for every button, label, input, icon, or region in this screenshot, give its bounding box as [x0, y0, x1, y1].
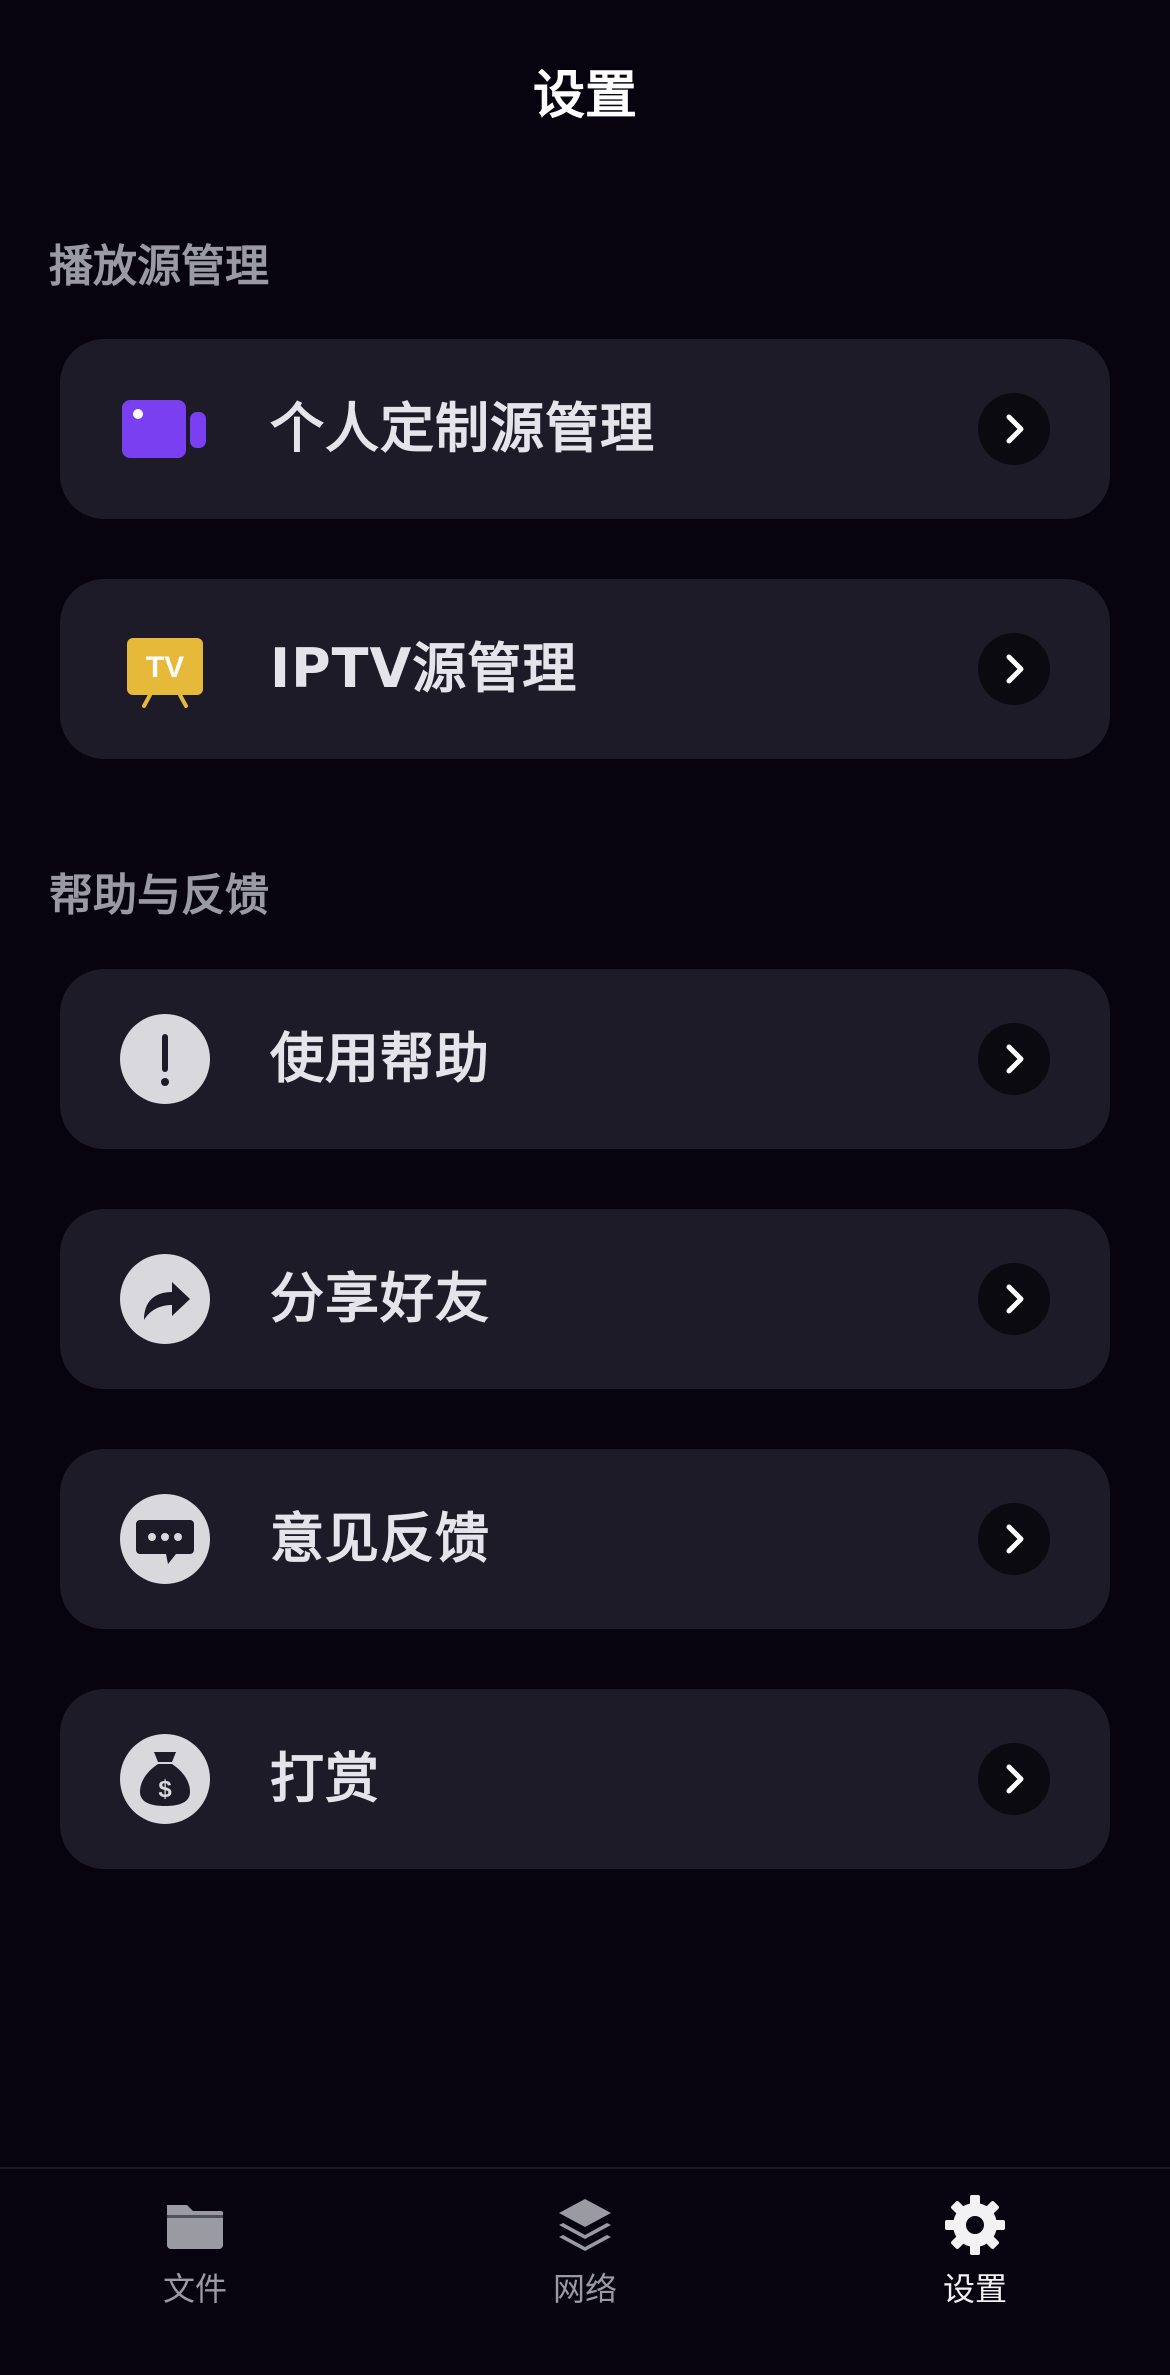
- tab-settings[interactable]: 设置: [875, 2193, 1075, 2333]
- layers-icon: [553, 2193, 617, 2257]
- svg-text:$: $: [158, 1776, 172, 1803]
- chevron-right-icon: [978, 1023, 1050, 1095]
- usage-help-label: 使用帮助: [270, 1027, 490, 1090]
- usage-help-item[interactable]: 使用帮助: [60, 969, 1110, 1149]
- share-friends-item[interactable]: 分享好友: [60, 1209, 1110, 1389]
- bottom-tab-bar: 文件 网络 设置: [0, 2167, 1170, 2375]
- chevron-right-icon: [978, 1263, 1050, 1335]
- chevron-right-icon: [978, 1503, 1050, 1575]
- exclamation-icon: [120, 1014, 210, 1104]
- gear-icon: [943, 2193, 1007, 2257]
- tab-network-label: 网络: [552, 2270, 617, 2308]
- tv-icon: TV: [120, 624, 210, 714]
- tab-files[interactable]: 文件: [95, 2193, 295, 2333]
- tab-network[interactable]: 网络: [485, 2193, 685, 2333]
- chevron-right-icon: [978, 393, 1050, 465]
- section-title-source: 播放源管理: [49, 241, 269, 292]
- chevron-right-icon: [978, 1743, 1050, 1815]
- money-bag-icon: $: [120, 1734, 210, 1824]
- chat-bubble-icon: [120, 1494, 210, 1584]
- tv-icon-text: TV: [146, 651, 184, 684]
- reward-label: 打赏: [270, 1747, 380, 1810]
- share-arrow-icon: [120, 1254, 210, 1344]
- chevron-right-icon: [978, 633, 1050, 705]
- reward-item[interactable]: $ 打赏: [60, 1689, 1110, 1869]
- feedback-item[interactable]: 意见反馈: [60, 1449, 1110, 1629]
- tab-settings-label: 设置: [942, 2270, 1007, 2308]
- tab-files-label: 文件: [162, 2270, 227, 2308]
- custom-source-item[interactable]: 个人定制源管理: [60, 339, 1110, 519]
- share-friends-label: 分享好友: [270, 1267, 490, 1330]
- page-title: 设置: [532, 66, 637, 126]
- iptv-source-label: IPTV源管理: [270, 637, 578, 700]
- folder-icon: [163, 2193, 227, 2257]
- video-camera-icon: [120, 384, 210, 474]
- feedback-label: 意见反馈: [270, 1507, 490, 1570]
- section-title-help: 帮助与反馈: [49, 870, 269, 921]
- iptv-source-item[interactable]: TV IPTV源管理: [60, 579, 1110, 759]
- custom-source-label: 个人定制源管理: [270, 397, 655, 460]
